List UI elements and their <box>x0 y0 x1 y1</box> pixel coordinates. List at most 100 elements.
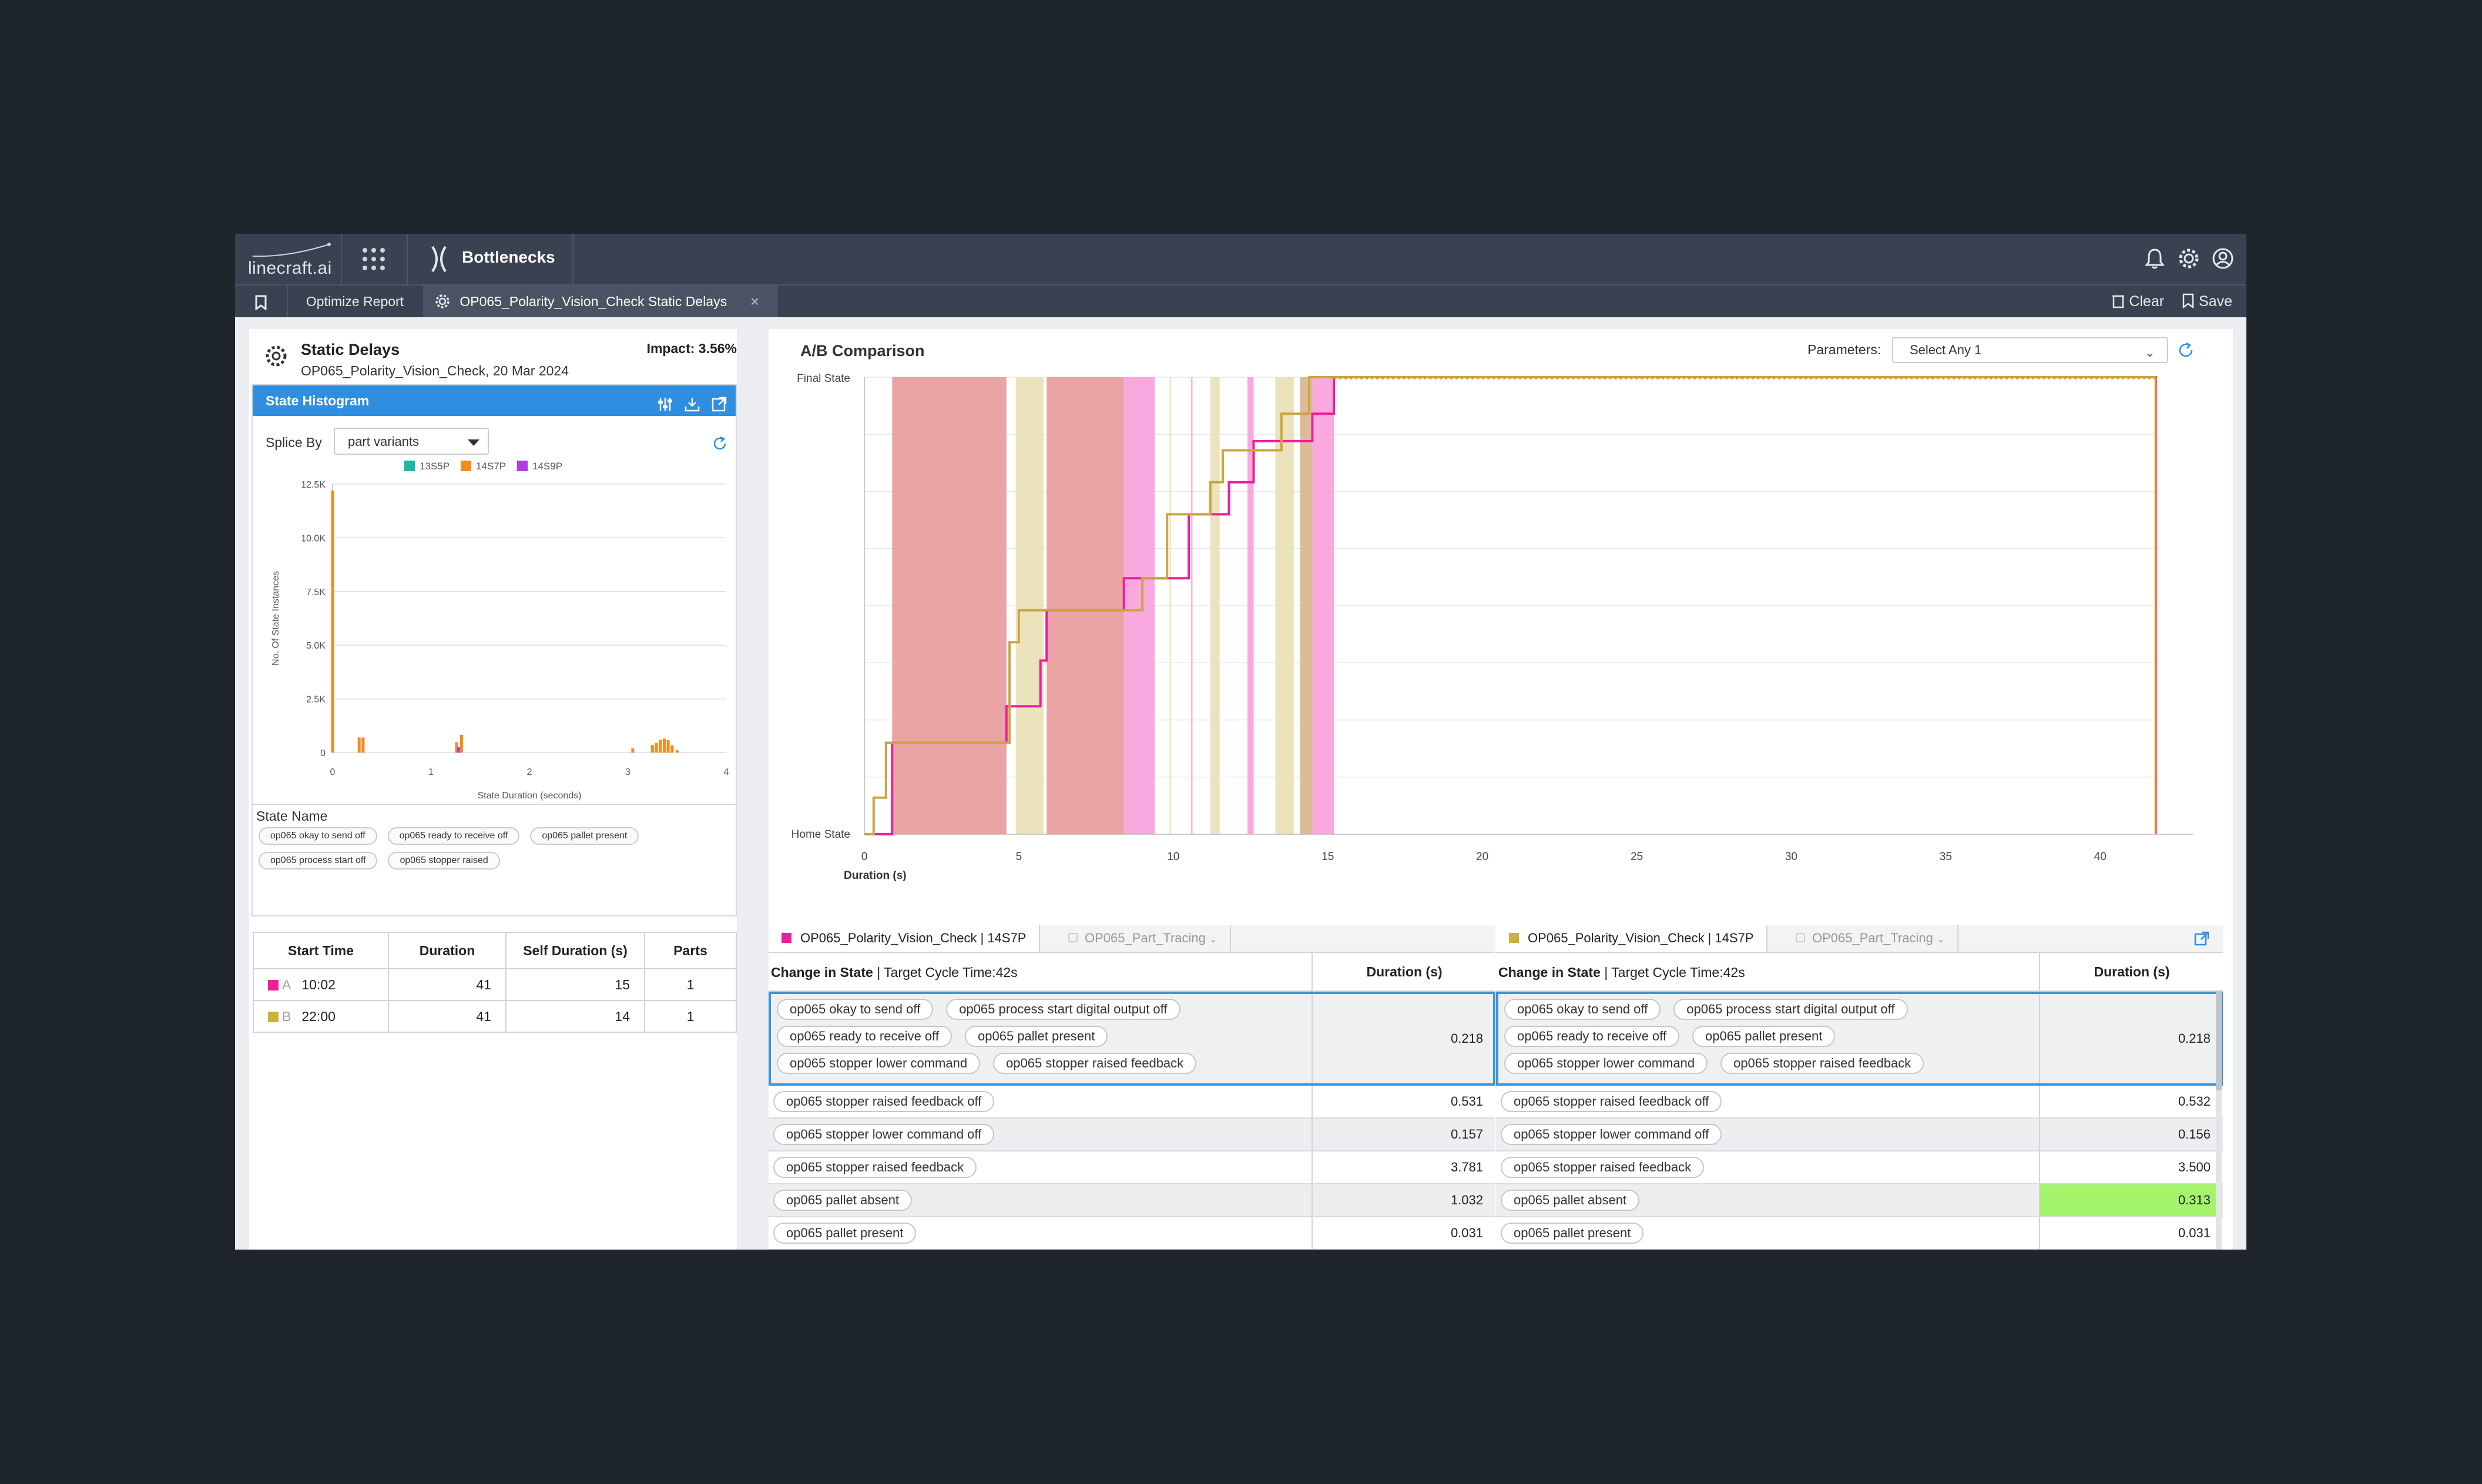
tab-part-tracing-b[interactable]: OP065_Part_Tracing ⌄ <box>1783 925 1959 952</box>
state-chip[interactable]: op065 stopper lower command <box>1504 1053 1708 1074</box>
state-chip[interactable]: op065 ready to receive off <box>1504 1026 1679 1047</box>
gear-icon[interactable] <box>2177 247 2201 270</box>
state-chip[interactable]: op065 pallet present <box>1692 1026 1836 1047</box>
clear-button[interactable]: Clear <box>2112 286 2164 317</box>
state-chip[interactable]: op065 process start off <box>259 852 378 869</box>
checkbox[interactable] <box>1796 933 1805 942</box>
histogram-bar[interactable] <box>670 745 674 753</box>
ab-summary-table: Start Time Duration Self Duration (s) Pa… <box>253 932 737 1033</box>
state-band[interactable] <box>1015 377 1044 834</box>
table-row[interactable]: op065 pallet absent 0.313 <box>1496 1184 2223 1217</box>
histogram-bar[interactable] <box>631 748 635 753</box>
histogram-bar[interactable] <box>666 740 670 753</box>
state-chip[interactable]: op065 stopper lower command off <box>1501 1124 1722 1145</box>
series-b-swatch <box>268 1011 279 1022</box>
bookmark-tab[interactable] <box>235 286 288 317</box>
histogram-bar[interactable] <box>457 747 460 753</box>
table-row[interactable]: op065 pallet present 0.031 <box>1496 1217 2223 1250</box>
user-icon[interactable] <box>2211 247 2235 270</box>
table-row[interactable]: op065 stopper raised feedback 3.781 <box>769 1151 1495 1184</box>
scrollbar-thumb[interactable] <box>2216 991 2222 1090</box>
state-band[interactable] <box>1300 377 1313 834</box>
table-row[interactable]: op065 stopper lower command off 0.156 <box>1496 1119 2223 1151</box>
tab-station-a[interactable]: OP065_Polarity_Vision_Check | 14S7P <box>769 925 1041 952</box>
duration-cell: 41 <box>388 1000 507 1033</box>
state-chip[interactable]: op065 pallet absent <box>773 1190 913 1211</box>
histogram-bar[interactable] <box>675 750 679 753</box>
app-grid-icon[interactable] <box>360 246 387 273</box>
state-chip[interactable]: op065 stopper raised feedback <box>773 1157 977 1178</box>
table-row[interactable]: A 10:02 41 15 1 <box>253 968 737 1001</box>
state-band[interactable] <box>1210 377 1220 834</box>
state-chip[interactable]: op065 pallet present <box>530 827 639 845</box>
filter-sliders-icon[interactable] <box>657 392 673 411</box>
state-chip[interactable]: op065 okay to send off <box>259 827 377 845</box>
y-axis-label: No. Of State Instances <box>271 571 281 666</box>
table-row[interactable]: op065 stopper raised feedback off 0.532 <box>1496 1086 2223 1119</box>
tab-static-delays[interactable]: OP065_Polarity_Vision_Check Static Delay… <box>423 286 778 317</box>
histogram-bar[interactable] <box>662 738 666 753</box>
selected-row[interactable]: op065 okay to send off op065 process star… <box>1496 992 2223 1086</box>
x-tick-label: 1 <box>428 767 434 777</box>
state-chip[interactable]: op065 okay to send off <box>777 999 934 1020</box>
state-band[interactable] <box>1275 377 1294 834</box>
table-row[interactable]: op065 pallet absent 1.032 <box>769 1184 1495 1217</box>
state-chip[interactable]: op065 stopper raised feedback <box>1720 1053 1924 1074</box>
state-band[interactable] <box>892 377 1007 834</box>
table-row[interactable]: op065 stopper raised feedback 3.500 <box>1496 1151 2223 1184</box>
state-chip[interactable]: op065 ready to receive off <box>777 1026 952 1047</box>
state-band[interactable] <box>1312 377 1334 834</box>
download-icon[interactable] <box>684 392 700 412</box>
expand-icon[interactable] <box>711 392 727 412</box>
col-change-in-state: Change in State | Target Cycle Time:42s <box>771 965 1018 981</box>
tab-part-tracing-a[interactable]: OP065_Part_Tracing ⌄ <box>1055 925 1232 952</box>
state-chip[interactable]: op065 okay to send off <box>1504 999 1661 1020</box>
splice-by-select[interactable]: part variants <box>334 428 489 455</box>
impact-value: Impact: 3.56% <box>646 341 737 356</box>
state-chip[interactable]: op065 process start digital output off <box>946 999 1180 1020</box>
selected-row[interactable]: op065 okay to send off op065 process star… <box>769 992 1495 1086</box>
close-icon[interactable]: × <box>750 286 759 317</box>
state-chip[interactable]: op065 stopper lower command off <box>773 1124 995 1145</box>
state-band[interactable] <box>1047 377 1124 834</box>
save-button[interactable]: Save <box>2182 286 2232 317</box>
tab-station-b[interactable]: OP065_Polarity_Vision_Check | 14S7P <box>1496 925 1768 952</box>
state-chip[interactable]: op065 pallet present <box>1501 1223 1644 1244</box>
refresh-icon[interactable] <box>2176 341 2195 360</box>
table-row[interactable]: op065 pallet present 0.031 <box>769 1217 1495 1250</box>
histogram-bar[interactable] <box>655 743 658 753</box>
histogram-bar[interactable] <box>361 737 365 753</box>
state-chip[interactable]: op065 pallet present <box>773 1223 917 1244</box>
tab-optimize-report[interactable]: Optimize Report <box>287 286 424 317</box>
parameters-select[interactable]: Select Any 1 ⌄ <box>1892 337 2168 363</box>
histogram-bar[interactable] <box>459 735 463 753</box>
table-row[interactable]: op065 stopper lower command off 0.157 <box>769 1119 1495 1151</box>
bell-icon[interactable] <box>2143 247 2166 270</box>
state-chip[interactable]: op065 process start digital output off <box>1673 999 1908 1020</box>
histogram-bar[interactable] <box>659 740 662 753</box>
state-chip[interactable]: op065 stopper raised feedback <box>1501 1157 1705 1178</box>
state-chip[interactable]: op065 stopper raised feedback off <box>1501 1091 1722 1112</box>
state-chip[interactable]: op065 stopper raised feedback off <box>773 1091 995 1112</box>
row-label: B <box>282 1008 291 1024</box>
col-duration: Duration <box>388 932 507 969</box>
state-band[interactable] <box>1123 377 1155 834</box>
logo[interactable]: linecraft.ai <box>247 242 335 278</box>
state-chip[interactable]: op065 stopper raised feedback <box>993 1053 1197 1074</box>
table-row[interactable]: B 22:00 41 14 1 <box>253 1000 737 1033</box>
checkbox[interactable] <box>1068 933 1078 942</box>
external-link-icon[interactable] <box>2193 931 2210 947</box>
scrollbar[interactable] <box>2216 991 2222 1250</box>
table-row[interactable]: op065 stopper raised feedback off 0.531 <box>769 1086 1495 1119</box>
state-chip[interactable]: op065 stopper lower command <box>777 1053 981 1074</box>
target-cycle-time: | Target Cycle Time:42s <box>873 965 1018 980</box>
refresh-icon[interactable] <box>711 435 729 452</box>
histogram-bar[interactable] <box>331 490 334 753</box>
state-chip[interactable]: op065 pallet absent <box>1501 1190 1640 1211</box>
histogram-bar[interactable] <box>650 745 654 753</box>
state-chip[interactable]: op065 stopper raised <box>388 852 500 869</box>
state-chip[interactable]: op065 ready to receive off <box>387 827 520 845</box>
histogram-bar[interactable] <box>357 737 361 753</box>
state-chip[interactable]: op065 pallet present <box>965 1026 1108 1047</box>
col-self-duration: Self Duration (s) <box>505 932 645 969</box>
